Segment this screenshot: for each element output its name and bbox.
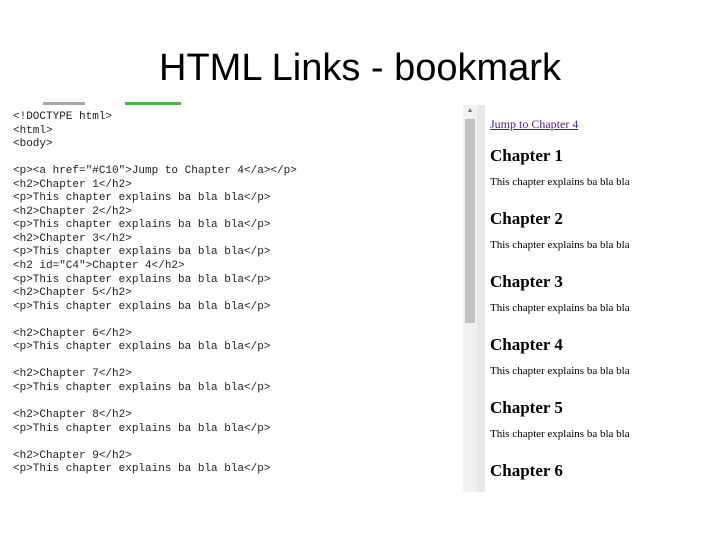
chapter-text: This chapter explains ba bla bla bbox=[490, 428, 630, 440]
code-line: <h2>Chapter 7</h2> bbox=[13, 368, 132, 381]
chapter-heading: Chapter 6 bbox=[490, 461, 563, 480]
code-line: <!DOCTYPE html> bbox=[13, 111, 113, 123]
result-pane: Jump to Chapter 4 Chapter 1 This chapter … bbox=[485, 105, 720, 492]
editor-scrollbar[interactable]: ▲ bbox=[463, 105, 477, 492]
code-line: <body> bbox=[13, 138, 53, 151]
chapter-heading: Chapter 5 bbox=[490, 398, 563, 417]
chapter-text: This chapter explains ba bla bla bbox=[490, 302, 630, 314]
code-line: <p>This chapter explains ba bla bla</p> bbox=[13, 422, 271, 435]
tryit-editor-screenshot: <!DOCTYPE html> <html> <body> <p><a href="#… bbox=[5, 102, 720, 492]
chapter-heading: Chapter 1 bbox=[490, 146, 563, 165]
chapter-heading: Chapter 4 bbox=[490, 335, 563, 354]
code-editor-pane[interactable]: <!DOCTYPE html> <html> <body> <p><a href="#… bbox=[5, 105, 463, 492]
scroll-up-arrow-icon[interactable]: ▲ bbox=[463, 105, 477, 117]
chapter-heading: Chapter 3 bbox=[490, 272, 563, 291]
code-line: <h2>Chapter 1</h2> bbox=[13, 178, 132, 191]
code-line: <h2>Chapter 3</h2> bbox=[13, 232, 132, 245]
scrollbar-thumb[interactable] bbox=[465, 119, 475, 323]
code-line: <p>This chapter explains ba bla bla</p> bbox=[13, 246, 271, 259]
chapter-text: This chapter explains ba bla bla bbox=[490, 491, 630, 492]
code-line: <p>This chapter explains ba bla bla</p> bbox=[13, 219, 271, 232]
code-line: <p><a href="#C10">Jump to Chapter 4</a><… bbox=[13, 165, 297, 178]
jump-to-chapter-link[interactable]: Jump to Chapter 4 bbox=[490, 117, 630, 131]
pane-divider[interactable] bbox=[477, 105, 485, 492]
code-line: <h2>Chapter 5</h2> bbox=[13, 287, 132, 300]
code-line: <p>This chapter explains ba bla bla</p> bbox=[13, 192, 271, 205]
code-line: <p>This chapter explains ba bla bla</p> bbox=[13, 341, 271, 354]
slide-title: HTML Links - bookmark bbox=[159, 47, 561, 89]
result-content: Jump to Chapter 4 Chapter 1 This chapter … bbox=[490, 117, 630, 492]
code-line: <h2>Chapter 2</h2> bbox=[13, 205, 132, 218]
chapter-text: This chapter explains ba bla bla bbox=[490, 176, 630, 188]
code-line: <h2>Chapter 9</h2> bbox=[13, 449, 132, 462]
code-line: <h2 id="C4">Chapter 4</h2> bbox=[13, 260, 185, 273]
code-line: <p>This chapter explains ba bla bla</p> bbox=[13, 273, 271, 286]
code-line: <p>This chapter explains ba bla bla</p> bbox=[13, 381, 271, 394]
code-line: <h2>Chapter 8</h2> bbox=[13, 409, 132, 422]
code-line: <p>This chapter explains ba bla bla</p> bbox=[13, 463, 271, 476]
code-line: <p>This chapter explains ba bla bla</p> bbox=[13, 300, 271, 313]
code-line: <h2>Chapter 6</h2> bbox=[13, 327, 132, 340]
code-block[interactable]: <!DOCTYPE html> <html> <body> <p><a href="#… bbox=[13, 111, 297, 477]
code-line: <html> bbox=[13, 124, 53, 137]
chapter-text: This chapter explains ba bla bla bbox=[490, 365, 630, 377]
chapter-heading: Chapter 2 bbox=[490, 209, 563, 228]
chapter-text: This chapter explains ba bla bla bbox=[490, 239, 630, 251]
